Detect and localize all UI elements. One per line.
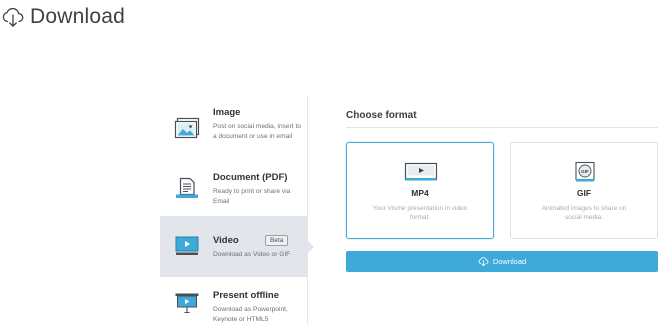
video-icon [175,236,199,255]
download-button[interactable]: Download [346,251,658,272]
gif-icon: GIF [575,161,595,182]
presentation-icon [175,293,199,314]
option-video-text: Video Download as Video or GIF [213,235,305,260]
option-desc: Post on social media, insert to a docume… [213,123,301,140]
format-desc: Animated images to share on social media… [541,205,627,221]
beta-badge: Beta [265,235,289,246]
download-button-label: Download [492,257,527,266]
option-image[interactable]: Image Post on social media, insert to a … [160,107,307,165]
image-icon [174,117,200,139]
option-desc: Download as Video or GIF [213,251,291,258]
option-title: Image [213,107,241,118]
option-pdf-text: Document (PDF) Ready to print or share v… [213,172,305,207]
section-divider [346,127,658,128]
svg-text:GIF: GIF [581,169,589,174]
option-image-text: Image Post on social media, insert to a … [213,107,305,142]
option-video[interactable]: Video Download as Video or GIF [160,216,314,277]
format-card-gif[interactable]: GIF GIF Animated images to share on soci… [510,142,658,239]
option-pdf[interactable]: Document (PDF) Ready to print or share v… [160,172,307,222]
cloud-download-icon [2,7,24,27]
video-file-icon [404,162,438,181]
option-present-offline[interactable]: Present offline Download as Powerpoint, … [160,290,307,324]
option-desc: Download as Powerpoint, Keynote or HTML5 [213,306,288,323]
format-name: GIF [576,188,592,198]
page-header: Download [0,0,125,34]
option-title: Present offline [213,290,279,301]
format-card-mp4[interactable]: MP4 Your Visme presentation in video for… [346,142,494,239]
option-title: Document (PDF) [213,172,288,183]
choose-format-title: Choose format [346,110,417,121]
page-title: Download [30,5,125,28]
option-title: Video [213,235,239,246]
column-divider [307,96,308,324]
format-name: MP4 [411,188,429,198]
format-desc: Your Visme presentation in video format. [372,205,468,221]
document-icon [176,177,198,198]
option-desc: Ready to print or share via Email [213,188,291,205]
cloud-download-icon [478,257,489,267]
option-offline-text: Present offline Download as Powerpoint, … [213,290,305,324]
